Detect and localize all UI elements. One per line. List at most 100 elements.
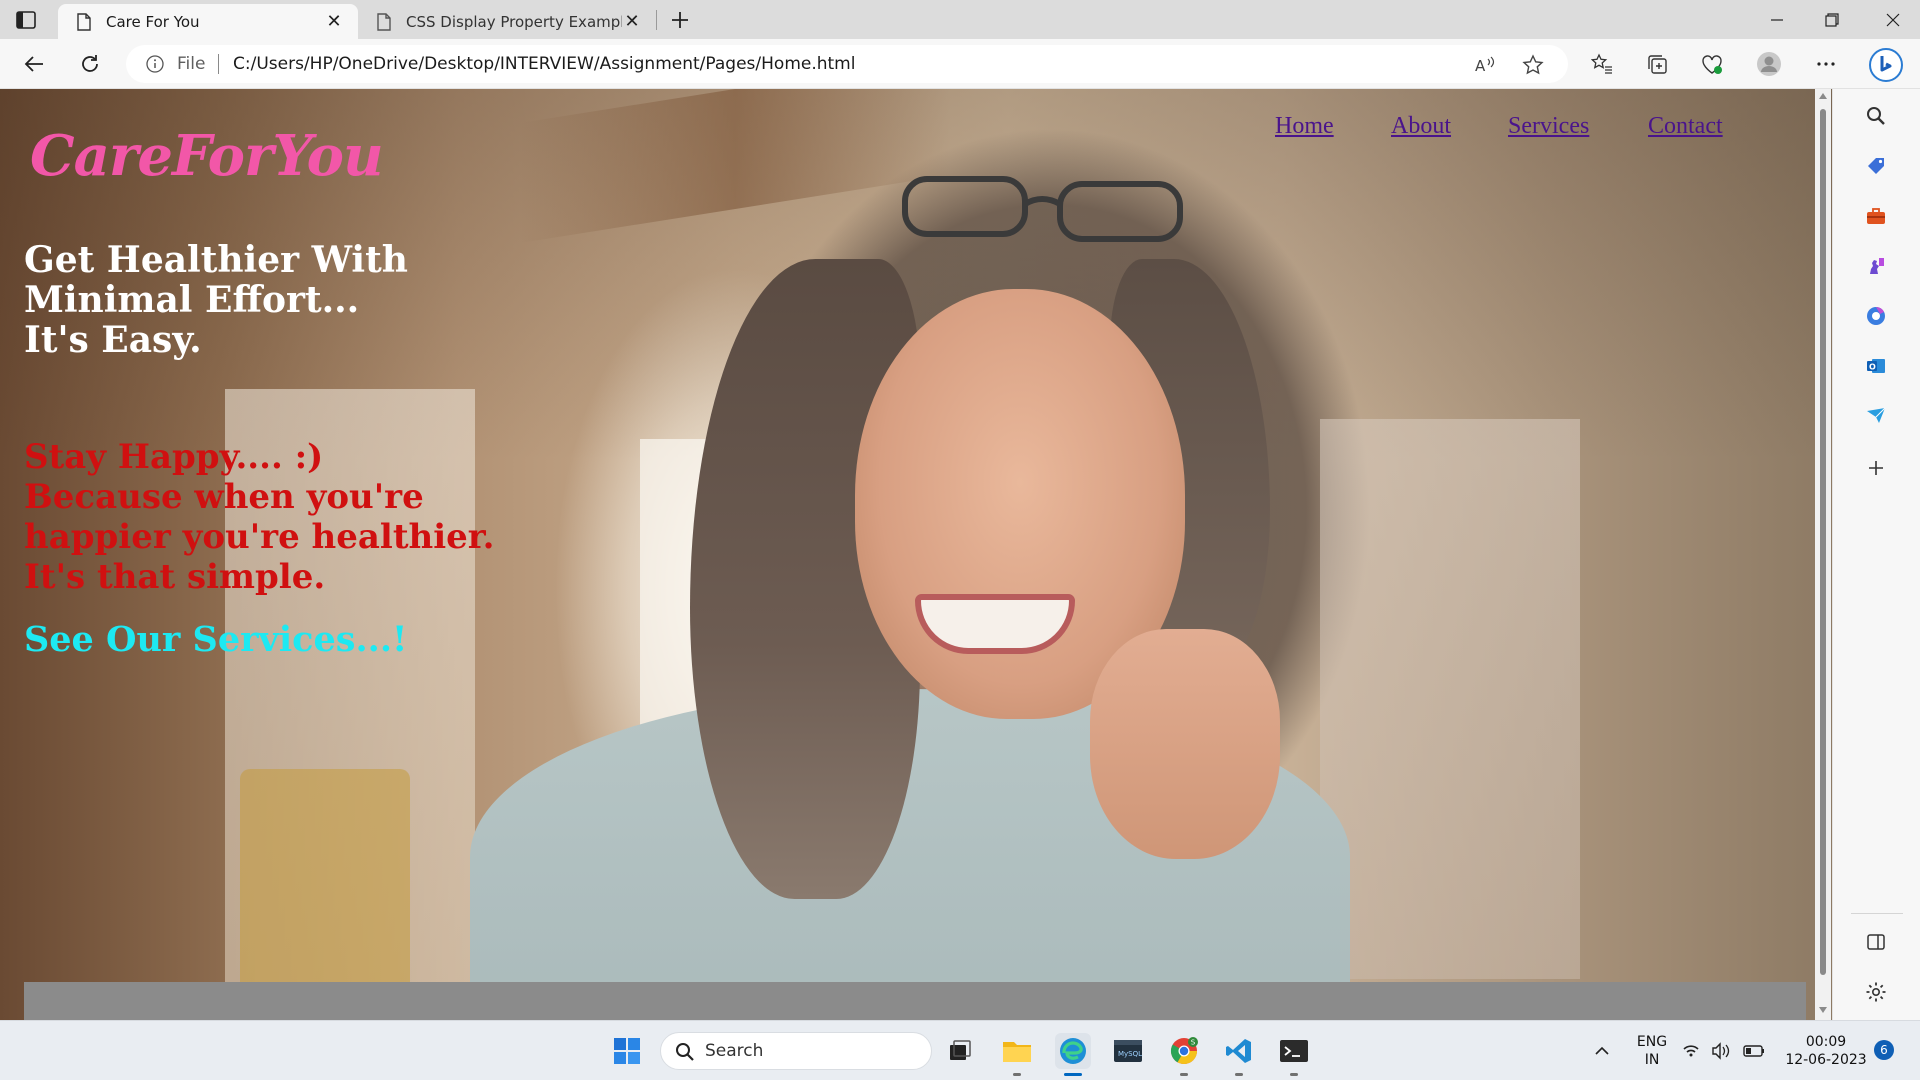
tab-separator — [656, 10, 657, 30]
address-divider — [218, 54, 219, 74]
edge-browser-icon[interactable] — [1055, 1033, 1091, 1069]
background-chair — [240, 769, 410, 1009]
tools-briefcase-icon[interactable] — [1863, 203, 1889, 229]
clock-time: 00:09 — [1805, 1034, 1847, 1050]
start-windows-icon[interactable] — [609, 1033, 645, 1069]
copilot-icon[interactable] — [1868, 47, 1904, 83]
send-icon[interactable] — [1863, 403, 1889, 429]
ceiling-beam — [520, 89, 950, 244]
browser-essentials-icon[interactable] — [1698, 50, 1726, 78]
address-bar[interactable]: File C:/Users/HP/OneDrive/Desktop/INTERV… — [126, 45, 1568, 83]
glasses-icon — [902, 176, 1183, 242]
svg-text:S: S — [1191, 1039, 1196, 1047]
info-icon[interactable] — [146, 55, 164, 73]
nav-contact-link[interactable]: Contact — [1648, 113, 1723, 140]
active-indicator — [1064, 1073, 1082, 1076]
collections-icon[interactable] — [1643, 50, 1671, 78]
tab-title: CSS Display Property Example — [406, 12, 622, 31]
more-options-icon[interactable] — [1812, 50, 1840, 78]
nav-services-link[interactable]: Services — [1508, 113, 1589, 140]
tagline-line: Because when you're — [24, 477, 424, 517]
background-shelf — [1320, 419, 1580, 979]
headline-line: Get Healthier With — [24, 239, 408, 281]
new-tab-button[interactable] — [666, 6, 694, 34]
hero-tagline: Stay Happy.... :) Because when you're ha… — [24, 437, 584, 597]
scroll-down-arrow[interactable] — [1819, 1007, 1827, 1013]
browser-toolbar: File C:/Users/HP/OneDrive/Desktop/INTERV… — [0, 39, 1920, 89]
system-tray-status[interactable] — [1680, 1033, 1770, 1069]
file-explorer-icon[interactable] — [999, 1033, 1035, 1069]
mysql-workbench-icon[interactable]: MySQL — [1110, 1033, 1146, 1069]
svg-text:A: A — [1475, 57, 1486, 75]
back-button[interactable] — [20, 50, 48, 78]
split-screen-icon[interactable] — [1863, 929, 1889, 955]
scrollbar-thumb[interactable] — [1820, 109, 1826, 975]
taskbar-search[interactable]: Search — [660, 1032, 932, 1070]
headline-line: It's Easy. — [24, 319, 202, 361]
refresh-button[interactable] — [76, 50, 104, 78]
vscode-icon[interactable] — [1221, 1033, 1257, 1069]
running-indicator — [1180, 1073, 1188, 1076]
search-icon — [676, 1043, 694, 1061]
search-label: Search — [705, 1041, 764, 1061]
sidebar-divider — [1851, 913, 1903, 914]
page-viewport: CareForYou Home About Services Contact G… — [0, 89, 1832, 1020]
close-tab-icon[interactable]: ✕ — [324, 11, 344, 32]
nav-about-link[interactable]: About — [1391, 113, 1451, 140]
scheme-label: File — [177, 54, 206, 74]
nav-home-link[interactable]: Home — [1275, 113, 1334, 140]
close-tab-icon[interactable]: ✕ — [622, 11, 642, 32]
notification-count: 6 — [1880, 1043, 1888, 1057]
scrollbar-track[interactable] — [1815, 89, 1831, 1020]
windows-taskbar: Search MySQL S ENG IN 00:09 12-06-2023 6 — [0, 1020, 1920, 1080]
clock[interactable]: 00:09 12-06-2023 — [1780, 1033, 1872, 1069]
language-indicator[interactable]: ENG IN — [1632, 1033, 1672, 1069]
edge-sidebar: O — [1815, 89, 1920, 1020]
footer-bar — [24, 982, 1806, 1020]
favorites-icon[interactable] — [1588, 50, 1616, 78]
terminal-icon[interactable] — [1276, 1033, 1312, 1069]
woman-hand — [1090, 629, 1280, 859]
close-window-button[interactable] — [1866, 0, 1920, 39]
microsoft-365-icon[interactable] — [1863, 303, 1889, 329]
page-icon — [76, 12, 92, 31]
tab-care-for-you[interactable]: Care For You ✕ — [58, 4, 358, 39]
tagline-line: It's that simple. — [24, 557, 326, 597]
language-region: IN — [1644, 1052, 1660, 1068]
language-code: ENG — [1636, 1034, 1668, 1050]
outlook-icon[interactable]: O — [1863, 353, 1889, 379]
tagline-line: Stay Happy.... :) — [24, 437, 324, 477]
tab-actions-icon[interactable] — [14, 8, 38, 32]
games-icon[interactable] — [1863, 253, 1889, 279]
svg-text:MySQL: MySQL — [1118, 1050, 1142, 1058]
restore-button[interactable] — [1805, 0, 1859, 39]
clock-date: 12-06-2023 — [1785, 1052, 1867, 1068]
task-view-icon[interactable] — [942, 1033, 978, 1069]
search-icon[interactable] — [1863, 103, 1889, 129]
add-icon[interactable] — [1863, 455, 1889, 481]
running-indicator — [1290, 1073, 1298, 1076]
profile-avatar[interactable] — [1755, 50, 1783, 78]
svg-text:O: O — [1869, 363, 1876, 372]
tagline-line: happier you're healthier. — [24, 517, 495, 557]
woman-smile — [915, 594, 1075, 654]
hero-headline: Get Healthier With Minimal Effort... It'… — [24, 240, 484, 360]
running-indicator — [1235, 1073, 1243, 1076]
url-text[interactable]: C:/Users/HP/OneDrive/Desktop/INTERVIEW/A… — [233, 54, 855, 74]
notification-badge[interactable]: 6 — [1874, 1040, 1894, 1060]
site-logo[interactable]: CareForYou — [30, 123, 384, 189]
running-indicator — [1013, 1073, 1021, 1076]
page-icon — [376, 12, 392, 31]
settings-gear-icon[interactable] — [1863, 979, 1889, 1005]
scroll-up-arrow[interactable] — [1819, 93, 1827, 99]
tab-title: Care For You — [106, 12, 200, 31]
show-hidden-icons-chevron-icon[interactable] — [1584, 1033, 1620, 1069]
minimize-button[interactable] — [1750, 0, 1804, 39]
shopping-tag-icon[interactable] — [1863, 153, 1889, 179]
chrome-icon[interactable]: S — [1166, 1033, 1202, 1069]
tab-css-display[interactable]: CSS Display Property Example ✕ — [358, 4, 656, 39]
tab-strip: Care For You ✕ CSS Display Property Exam… — [0, 0, 1920, 39]
see-services-link[interactable]: See Our Services...! — [24, 619, 407, 660]
read-aloud-icon[interactable]: A — [1474, 54, 1496, 76]
favorite-star-icon[interactable] — [1522, 54, 1544, 76]
